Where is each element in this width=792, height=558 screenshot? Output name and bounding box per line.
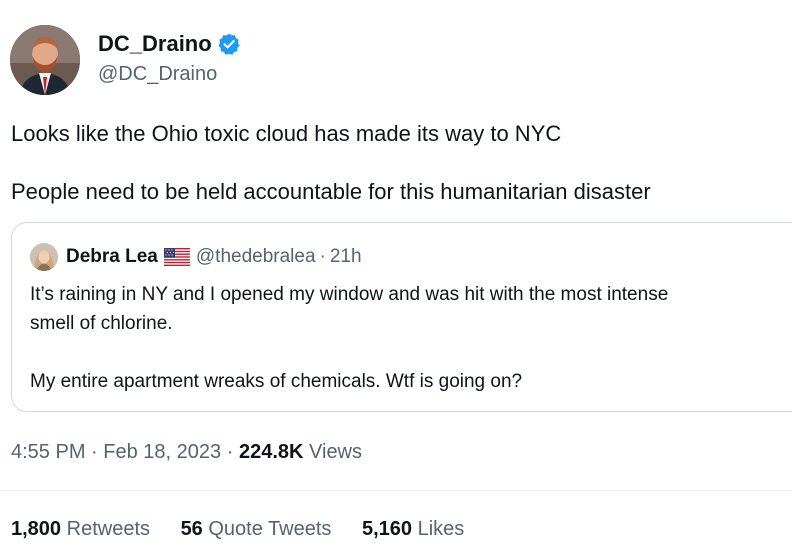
retweets-label: Retweets <box>66 518 150 540</box>
quote-tweets-label: Quote Tweets <box>208 518 332 540</box>
meta-separator: · <box>226 441 234 463</box>
author-avatar[interactable] <box>10 25 80 95</box>
quoted-timestamp[interactable]: 21h <box>330 245 362 269</box>
tweet-meta: 4:55 PM · Feb 18, 2023 · 224.8K Views <box>11 438 362 466</box>
tweet-stats: 1,800 Retweets 56 Quote Tweets 5,160 Lik… <box>11 515 489 543</box>
verified-badge-icon <box>217 32 241 56</box>
quoted-text-line-2: smell of chlorine. <box>30 313 173 334</box>
us-flag-icon <box>163 248 190 266</box>
likes-stat[interactable]: 5,160 Likes <box>362 515 464 543</box>
views-count[interactable]: 224.8K <box>239 441 304 463</box>
quoted-header: Debra Lea @thedebralea · 21h <box>66 245 362 269</box>
author-name-row: DC_Draino <box>98 30 241 58</box>
quoted-text-line-3: My entire apartment wreaks of chemicals.… <box>30 371 523 392</box>
tweet-text-line-1: Looks like the Ohio toxic cloud has made… <box>11 121 562 146</box>
author-avatar-image <box>10 25 80 95</box>
tweet-date[interactable]: Feb 18, 2023 <box>103 441 221 463</box>
tweet-text-line-2: People need to be held accountable for t… <box>11 179 651 204</box>
likes-count: 5,160 <box>361 518 413 540</box>
quoted-display-name[interactable]: Debra Lea <box>66 245 158 269</box>
quote-tweets-count: 56 <box>180 518 203 540</box>
author-display-name[interactable]: DC_Draino <box>98 30 212 58</box>
quoted-author-avatar-image <box>30 243 58 271</box>
quoted-text-line-1: It’s raining in NY and I opened my windo… <box>30 284 669 305</box>
tweet: DC_Draino @DC_Draino Looks like the Ohio… <box>0 0 792 558</box>
retweets-count: 1,800 <box>11 518 62 540</box>
quoted-author-avatar[interactable] <box>30 243 58 271</box>
author-handle[interactable]: @DC_Draino <box>98 61 217 87</box>
quoted-tweet-card[interactable]: Debra Lea @thedebralea · 21h It’s rainin… <box>11 222 792 412</box>
quoted-separator: · <box>319 246 326 267</box>
meta-separator: · <box>91 441 98 463</box>
views-label[interactable]: Views <box>309 441 362 463</box>
quote-tweets-stat[interactable]: 56 Quote Tweets <box>181 515 332 543</box>
likes-label: Likes <box>417 518 465 540</box>
divider <box>0 490 792 491</box>
retweets-stat[interactable]: 1,800 Retweets <box>11 515 150 543</box>
quoted-handle[interactable]: @thedebralea <box>196 245 316 269</box>
tweet-time[interactable]: 4:55 PM <box>11 441 85 463</box>
